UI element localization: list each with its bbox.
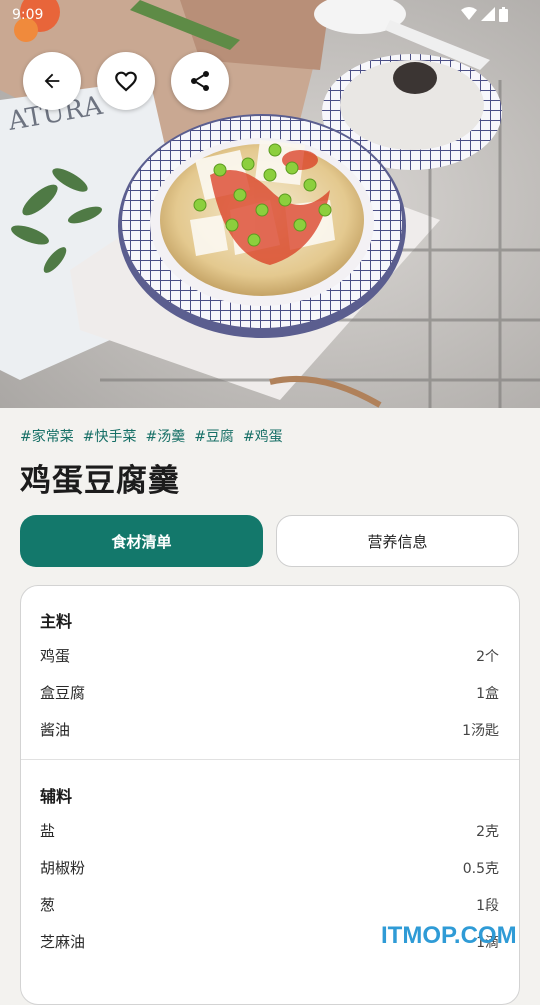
ingredient-name: 葱: [40, 896, 56, 914]
share-icon: [191, 71, 209, 91]
ingredient-row: 盒豆腐 1盒: [40, 682, 499, 706]
tag-list: #家常菜 #快手菜 #汤羹 #豆腐 #鸡蛋: [20, 426, 283, 446]
ingredient-amount: 1盒: [476, 686, 499, 702]
status-icons: [461, 7, 508, 22]
arrow-left-icon: [44, 73, 60, 89]
ingredient-name: 芝麻油: [40, 933, 86, 951]
back-button[interactable]: [23, 52, 81, 110]
ingredient-row: 酱油 1汤匙: [40, 719, 499, 743]
watermark-text: ITMOP.COM: [381, 922, 517, 949]
ingredient-name: 鸡蛋: [40, 647, 71, 665]
heart-icon: [115, 71, 137, 92]
status-bar: 9:09: [0, 0, 540, 32]
battery-icon: [499, 7, 508, 22]
ingredient-amount: 2克: [476, 824, 499, 840]
ingredient-amount: 1段: [476, 898, 499, 914]
ingredient-amount: 1汤匙: [462, 723, 499, 739]
hero-image: ATURA 9:09: [0, 0, 540, 408]
ingredient-amount: 2个: [476, 649, 499, 665]
ingredient-row: 盐 2克: [40, 820, 499, 844]
ingredient-name: 盒豆腐: [40, 684, 86, 702]
secondary-ingredients-title: 辅料: [40, 787, 73, 806]
tag-item[interactable]: #汤羹: [145, 426, 185, 446]
section-divider: [21, 759, 519, 760]
ingredient-name: 酱油: [40, 721, 71, 739]
food-photo: ATURA: [0, 0, 540, 408]
tag-item[interactable]: #鸡蛋: [243, 426, 283, 446]
ingredient-name: 胡椒粉: [40, 859, 86, 877]
tab-nutrition[interactable]: 营养信息: [276, 515, 519, 567]
recipe-title: 鸡蛋豆腐羹: [20, 463, 180, 499]
tag-item[interactable]: #快手菜: [83, 426, 137, 446]
tag-item[interactable]: #豆腐: [194, 426, 234, 446]
tab-ingredients[interactable]: 食材清单: [20, 515, 263, 567]
status-time: 9:09: [12, 7, 44, 23]
ingredient-name: 盐: [40, 822, 56, 840]
main-ingredients-title: 主料: [40, 612, 73, 631]
favorite-button[interactable]: [97, 52, 155, 110]
ingredient-row: 葱 1段: [40, 894, 499, 918]
tag-item[interactable]: #家常菜: [20, 426, 74, 446]
wifi-icon: [461, 7, 477, 20]
signal-icon: [481, 7, 495, 21]
ingredient-row: 鸡蛋 2个: [40, 645, 499, 669]
ingredient-amount: 0.5克: [462, 861, 499, 877]
share-button[interactable]: [171, 52, 229, 110]
ingredient-row: 胡椒粉 0.5克: [40, 857, 499, 881]
